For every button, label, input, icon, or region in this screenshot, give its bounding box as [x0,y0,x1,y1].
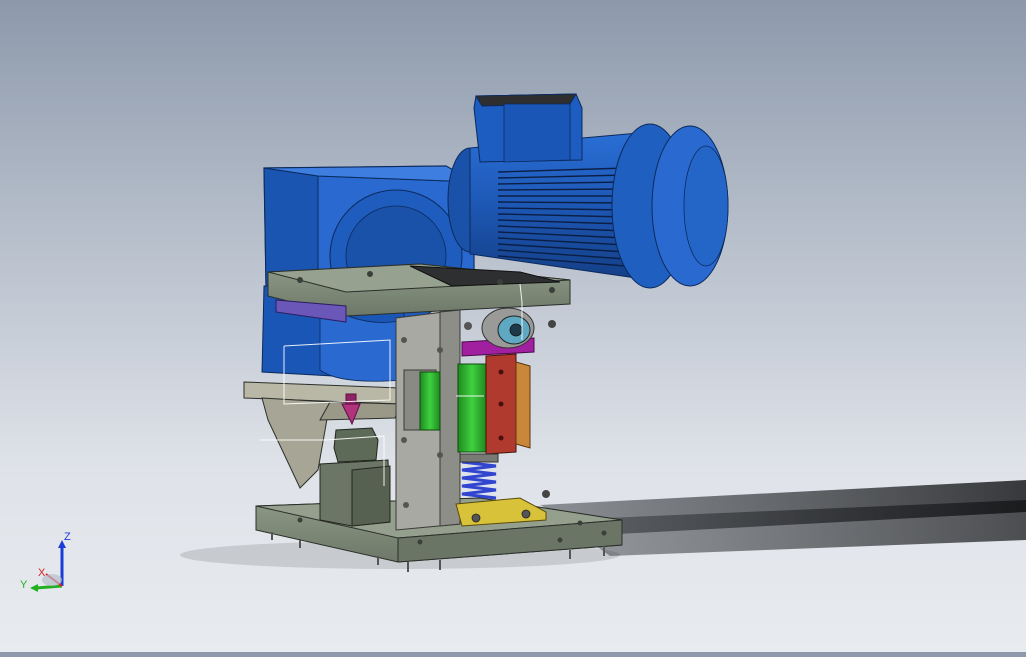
z-axis-label: Z [64,531,71,543]
orange-plate[interactable] [515,361,531,449]
y-axis-arrow [30,584,38,592]
x-axis-label: X [38,567,46,579]
y-axis [35,584,63,590]
coordinate-triad: Z Y X [18,528,78,600]
terminal-box[interactable] [473,93,583,163]
cad-viewport[interactable]: Z Y X [0,0,1026,652]
assembly-drawing [180,93,1026,572]
guide-block[interactable] [319,427,391,527]
y-axis-label: Y [20,579,28,591]
red-block[interactable] [485,353,517,455]
spring[interactable] [459,453,499,500]
